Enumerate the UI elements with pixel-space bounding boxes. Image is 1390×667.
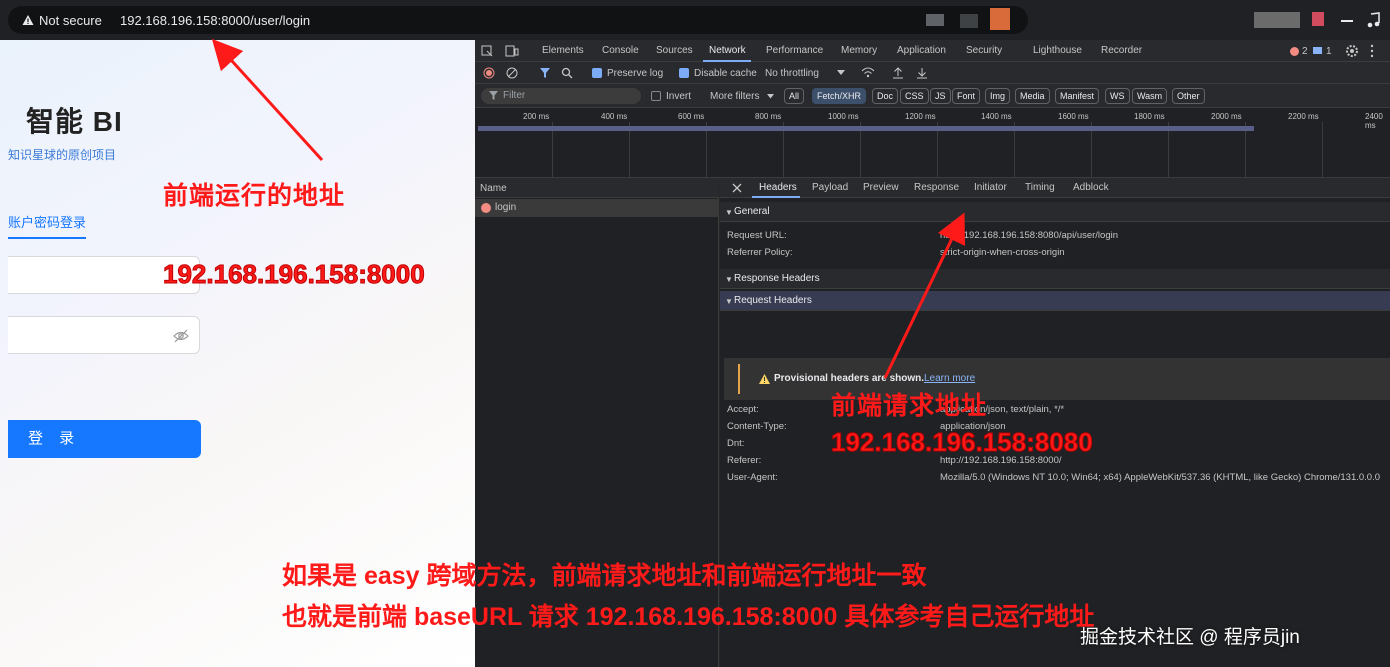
annotation-frontend-request-label: 前端请求地址: [831, 392, 988, 420]
arrow-to-url: [211, 38, 324, 162]
watermark: 掘金技术社区 @ 程序员jin: [1080, 627, 1300, 648]
annotation-frontend-request-ip: 192.168.196.158:8080: [831, 427, 1094, 458]
annotation-frontend-run-label: 前端运行的地址: [163, 182, 346, 210]
annotation-note-line2: 也就是前端 baseURL 请求 192.168.196.158:8000 具体…: [282, 603, 1095, 631]
arrow-to-request-url: [883, 212, 966, 379]
annotation-frontend-run-ip: 192.168.196.158:8000: [163, 259, 426, 290]
annotation-note-line1: 如果是 easy 跨域方法，前端请求地址和前端运行地址一致: [282, 562, 927, 590]
screenshot-root: Not secure 192.168.196.158:8000/user/log…: [0, 0, 1390, 667]
